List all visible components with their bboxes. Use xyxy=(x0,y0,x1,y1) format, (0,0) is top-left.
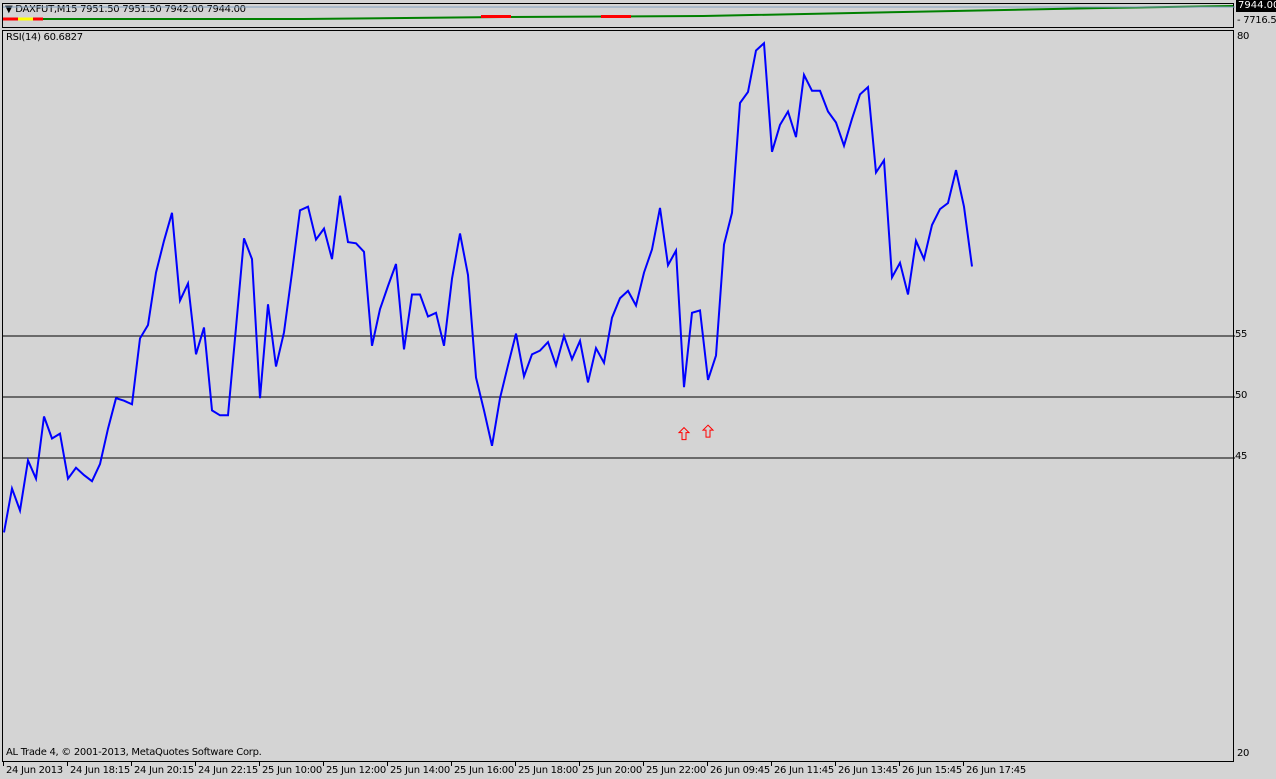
time-axis-label: 26 Jun 09:45 xyxy=(710,765,770,776)
time-axis-label: 24 Jun 20:15 xyxy=(134,765,194,776)
time-axis-tick xyxy=(259,762,260,766)
time-axis-label: 25 Jun 12:00 xyxy=(326,765,386,776)
buy-arrow-icon xyxy=(677,426,691,441)
rsi-pane[interactable]: RSI(14) 60.6827 AL Trade 4, © 2001-2013,… xyxy=(2,30,1235,762)
current-price-label: 7944.00 xyxy=(1236,0,1276,12)
time-axis-label: 26 Jun 15:45 xyxy=(902,765,962,776)
time-axis-tick xyxy=(131,762,132,766)
level-label-45: 45 xyxy=(1235,451,1248,462)
price-pane[interactable]: ▼ DAXFUT,M15 7951.50 7951.50 7942.00 794… xyxy=(2,3,1235,28)
level-label-55: 55 xyxy=(1235,329,1248,340)
time-axis-label: 25 Jun 10:00 xyxy=(262,765,322,776)
time-axis-tick xyxy=(771,762,772,766)
time-axis-tick xyxy=(67,762,68,766)
scale-max-label: 80 xyxy=(1237,31,1250,42)
time-axis-label: 26 Jun 11:45 xyxy=(774,765,834,776)
time-axis-tick xyxy=(579,762,580,766)
time-axis-tick xyxy=(963,762,964,766)
time-axis-tick xyxy=(899,762,900,766)
time-axis-label: 25 Jun 18:00 xyxy=(518,765,578,776)
ma-segment-red xyxy=(601,15,631,18)
time-axis-tick xyxy=(195,762,196,766)
time-axis-label: 24 Jun 18:15 xyxy=(70,765,130,776)
time-axis-label: 25 Jun 22:00 xyxy=(646,765,706,776)
time-axis-tick xyxy=(387,762,388,766)
rsi-line xyxy=(3,41,973,533)
rsi-chart xyxy=(3,41,1235,533)
scale-min-label: 20 xyxy=(1237,748,1250,759)
time-axis-tick xyxy=(3,762,4,766)
time-axis-tick xyxy=(323,762,324,766)
time-axis-tick xyxy=(451,762,452,766)
time-axis-tick xyxy=(707,762,708,766)
buy-arrow-icon xyxy=(701,424,715,438)
level-label-50: 50 xyxy=(1235,390,1248,401)
time-axis-label: 24 Jun 2013 xyxy=(6,765,63,776)
time-axis-label: 25 Jun 20:00 xyxy=(582,765,642,776)
time-axis-tick xyxy=(643,762,644,766)
time-axis-label: 25 Jun 14:00 xyxy=(390,765,450,776)
time-axis-label: 24 Jun 22:15 xyxy=(198,765,258,776)
ma-segment-red xyxy=(481,15,511,18)
price-mini-chart xyxy=(3,5,1235,21)
time-axis-tick xyxy=(515,762,516,766)
time-axis-label: 26 Jun 13:45 xyxy=(838,765,898,776)
time-axis-label: 25 Jun 16:00 xyxy=(454,765,514,776)
time-axis-tick xyxy=(835,762,836,766)
ma-line xyxy=(43,5,1234,20)
price-scale-label: - 7716.55 xyxy=(1237,15,1276,26)
time-axis-label: 26 Jun 17:45 xyxy=(966,765,1026,776)
